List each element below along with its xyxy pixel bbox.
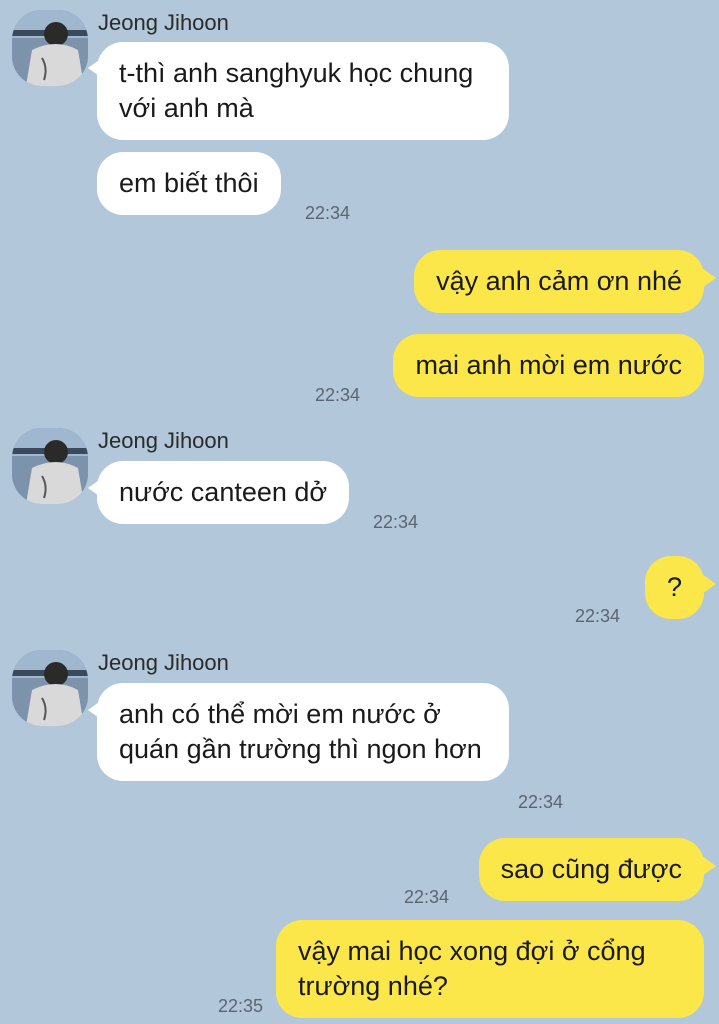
avatar[interactable] [12, 10, 88, 86]
outgoing-message[interactable]: vậy mai học xong đợi ở cổng trường nhé? [276, 920, 704, 1018]
outgoing-message[interactable]: vậy anh cảm ơn nhé [414, 250, 704, 313]
profile-photo-icon [12, 650, 88, 726]
profile-photo-icon [12, 10, 88, 86]
incoming-message[interactable]: anh có thể mời em nước ở quán gần trường… [97, 683, 509, 781]
incoming-message[interactable]: em biết thôi [97, 152, 281, 215]
message-time: 22:34 [315, 385, 361, 405]
outgoing-message[interactable]: mai anh mời em nước [393, 334, 704, 397]
bubble-tail [702, 268, 716, 288]
message-time: 22:34 [404, 887, 450, 907]
message-time: 22:35 [218, 996, 264, 1016]
incoming-message[interactable]: nước canteen dở [97, 461, 350, 524]
message-time: 22:34 [575, 606, 621, 626]
bubble-tail [702, 574, 716, 594]
outgoing-message[interactable]: sao cũng được [478, 838, 704, 901]
message-time: 22:34 [518, 792, 564, 812]
sender-name: Jeong Jihoon [98, 428, 229, 453]
avatar[interactable] [12, 650, 88, 726]
outgoing-message[interactable]: ? [644, 556, 704, 619]
sender-name: Jeong Jihoon [98, 650, 229, 675]
profile-photo-icon [12, 428, 88, 504]
message-time: 22:34 [305, 203, 351, 223]
avatar[interactable] [12, 428, 88, 504]
sender-name: Jeong Jihoon [98, 10, 229, 35]
incoming-message[interactable]: t-thì anh sanghyuk học chung với anh mà [97, 42, 509, 140]
bubble-tail [702, 856, 716, 876]
message-time: 22:34 [373, 512, 419, 532]
